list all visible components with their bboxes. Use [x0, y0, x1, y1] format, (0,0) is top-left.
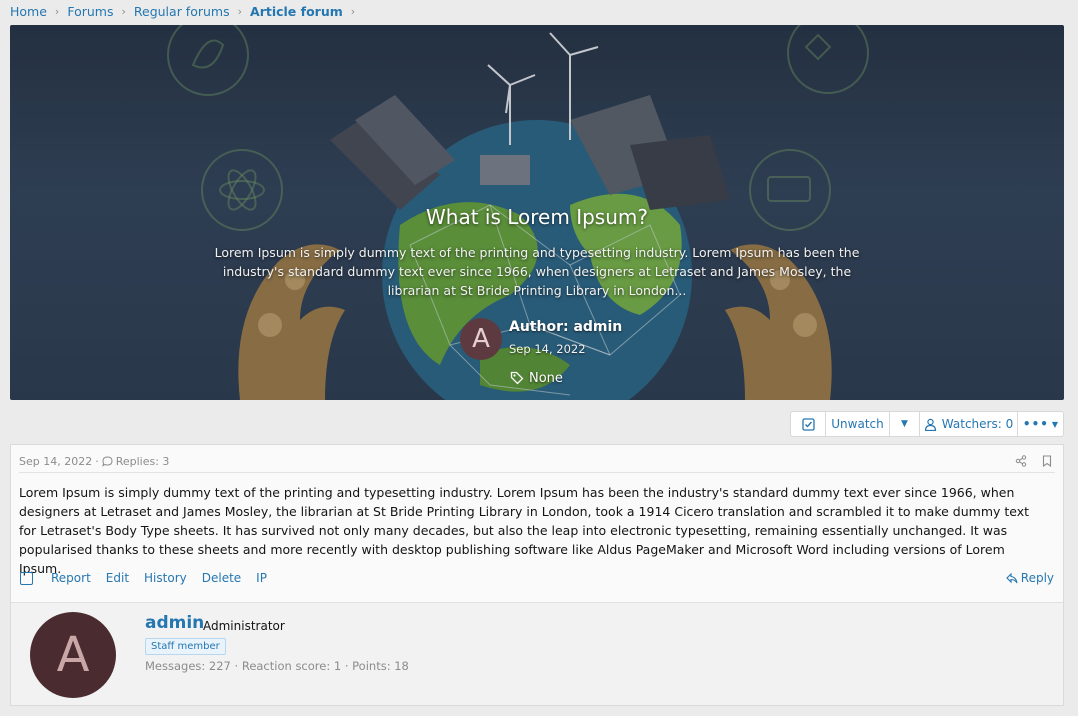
avatar[interactable]: A — [460, 318, 502, 360]
unwatch-button[interactable]: Unwatch — [826, 412, 890, 436]
history-link[interactable]: History — [144, 571, 187, 585]
article-hero: What is Lorem Ipsum? Lorem Ipsum is simp… — [10, 25, 1064, 400]
divider — [19, 472, 1055, 473]
share-icon[interactable] — [1015, 455, 1027, 467]
chevron-right-icon: › — [350, 4, 356, 18]
post-actions-top — [1015, 455, 1053, 467]
more-dots-icon: ••• — [1022, 417, 1049, 431]
user-icon — [924, 418, 936, 431]
article-title[interactable]: What is Lorem Ipsum? — [10, 205, 1064, 229]
avatar[interactable]: A — [30, 612, 116, 698]
caret-down-icon: ▼ — [901, 419, 908, 429]
chevron-right-icon: › — [237, 4, 243, 18]
report-link[interactable]: Report — [51, 571, 91, 585]
user-title: Administrator — [203, 619, 285, 633]
watchers-label: Watchers: 0 — [941, 417, 1014, 431]
breadcrumb-forums[interactable]: Forums — [67, 4, 113, 19]
post-replies: Replies: 3 — [115, 455, 170, 468]
ip-link[interactable]: IP — [256, 571, 267, 585]
thread-watch-bar: Unwatch ▼ Watchers: 0 ••• ▼ — [790, 411, 1064, 437]
breadcrumb-article-forum[interactable]: Article forum — [250, 4, 343, 19]
chevron-right-icon: › — [54, 4, 60, 18]
delete-link[interactable]: Delete — [202, 571, 241, 585]
reply-icon — [1005, 572, 1018, 583]
bookmark-icon[interactable] — [1041, 455, 1053, 467]
comment-icon — [101, 456, 113, 467]
post-action-bar: Report Edit History Delete IP — [20, 571, 282, 585]
user-info-block: A admin Administrator Staff member Messa… — [11, 602, 1063, 705]
author-name[interactable]: Author: admin — [509, 319, 622, 335]
chevron-right-icon: › — [121, 4, 126, 18]
post: Sep 14, 2022 · Replies: 3 Lorem Ipsum is… — [10, 444, 1064, 706]
meta-separator: · — [95, 455, 99, 468]
reply-button[interactable]: Reply — [1005, 571, 1054, 585]
user-name[interactable]: admin — [145, 613, 204, 633]
staff-badge: Staff member — [145, 638, 226, 655]
checkbox-checked-icon — [801, 417, 815, 431]
watch-options-dropdown[interactable]: ▼ — [890, 412, 920, 436]
user-stats: Messages: 227 · Reaction score: 1 · Poin… — [145, 659, 409, 673]
edit-link[interactable]: Edit — [106, 571, 129, 585]
select-post-checkbox[interactable] — [20, 571, 33, 585]
article-tags: None — [510, 370, 563, 386]
watchers-button[interactable]: Watchers: 0 — [920, 412, 1018, 436]
article-date: Sep 14, 2022 — [509, 342, 586, 356]
more-options-button[interactable]: ••• ▼ — [1018, 412, 1063, 436]
post-meta: Sep 14, 2022 · Replies: 3 — [19, 455, 169, 468]
post-date[interactable]: Sep 14, 2022 — [19, 455, 92, 468]
select-thread-checkbox[interactable] — [791, 412, 826, 436]
breadcrumb-regular-forums[interactable]: Regular forums — [134, 4, 230, 19]
reply-label: Reply — [1020, 571, 1054, 585]
breadcrumb: Home › Forums › Regular forums › Article… — [10, 3, 363, 19]
post-body: Lorem Ipsum is simply dummy text of the … — [19, 485, 1030, 576]
article-summary: Lorem Ipsum is simply dummy text of the … — [214, 245, 860, 298]
tag-icon — [510, 371, 524, 385]
tags-value: None — [529, 370, 563, 386]
breadcrumb-home[interactable]: Home — [10, 4, 47, 19]
caret-down-icon: ▼ — [1051, 419, 1059, 429]
